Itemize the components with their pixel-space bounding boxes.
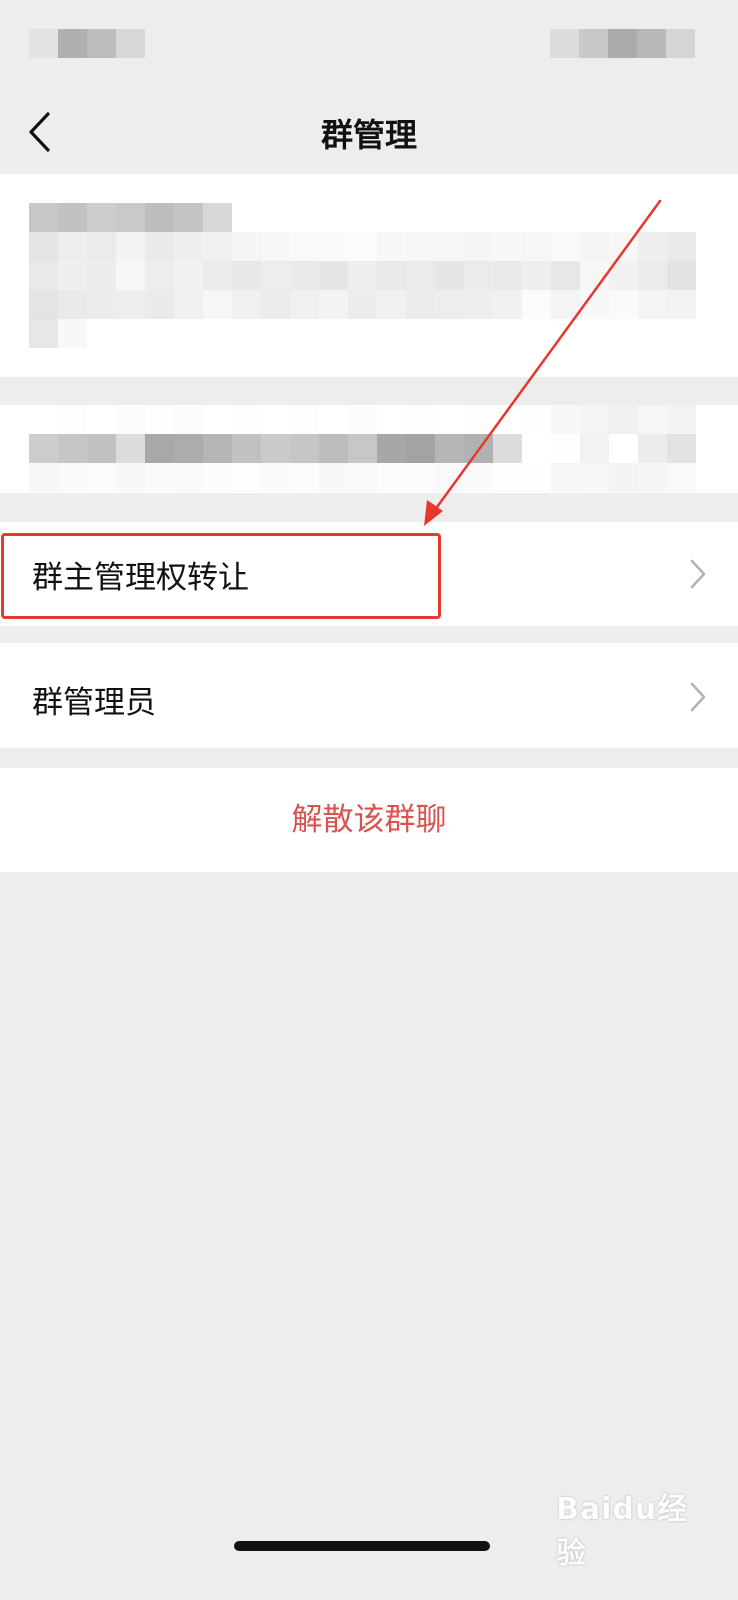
blurred-content: [29, 203, 696, 348]
transfer-ownership-row[interactable]: 群主管理权转让: [0, 522, 738, 626]
status-time-blurred: [29, 29, 145, 58]
group-admins-row[interactable]: 群管理员: [0, 643, 738, 748]
baidu-watermark: Baidu经验: [556, 1492, 689, 1571]
status-icons-blurred: [550, 29, 695, 58]
navigation-bar: 群管理: [0, 88, 738, 174]
chevron-right-icon: [690, 559, 706, 589]
group-setting-card-blurred: [0, 405, 738, 493]
dissolve-group-button[interactable]: 解散该群聊: [0, 768, 738, 872]
group-info-card-blurred: [0, 174, 738, 377]
group-admins-label: 群管理员: [32, 685, 156, 721]
home-indicator: [234, 1541, 490, 1551]
blurred-content: [29, 405, 696, 492]
transfer-ownership-label: 群主管理权转让: [32, 560, 249, 596]
page-title: 群管理: [320, 116, 417, 154]
chevron-right-icon: [690, 682, 706, 712]
status-bar: [0, 0, 738, 88]
